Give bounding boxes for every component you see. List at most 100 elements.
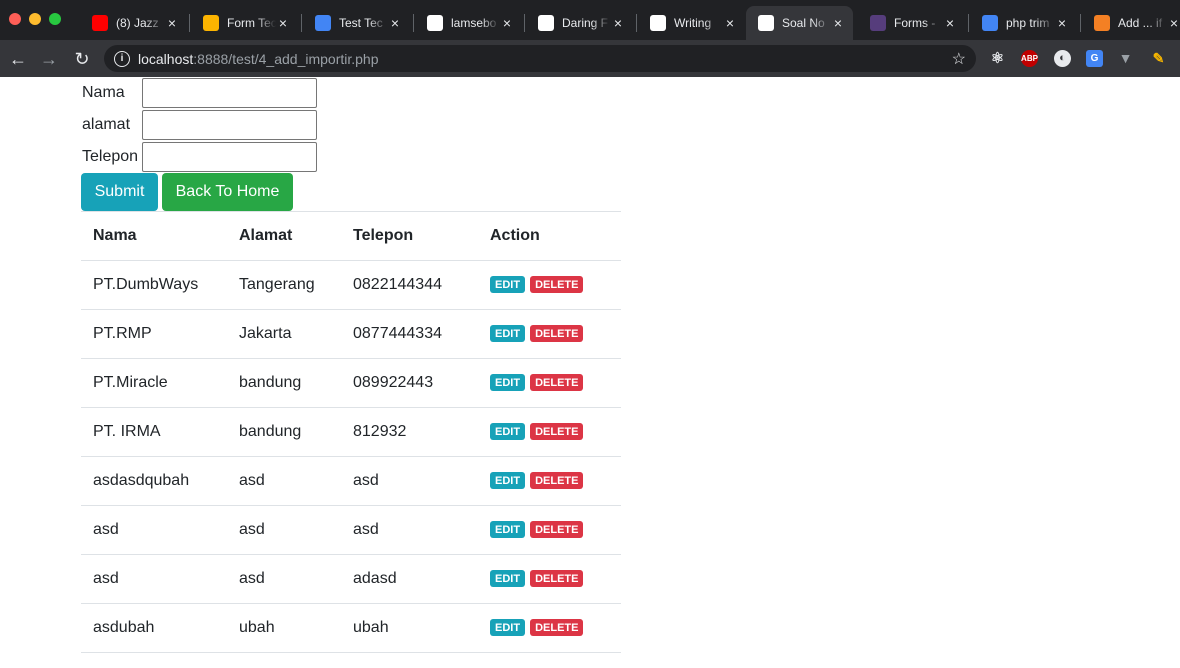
cell-telepon: 0877444334 bbox=[341, 309, 478, 359]
dark-reader-icon[interactable]: ◐ bbox=[1054, 50, 1071, 67]
close-tab-icon[interactable]: × bbox=[1167, 15, 1180, 31]
table-row: asdasdqubah asd asd EDIT DELETE bbox=[81, 456, 621, 506]
youtube-icon bbox=[92, 15, 108, 31]
table-row: asd asd adasd EDIT DELETE bbox=[81, 554, 621, 604]
google-translate-icon[interactable]: G bbox=[1086, 50, 1103, 67]
cell-nama: asdubah bbox=[81, 603, 227, 653]
close-tab-icon[interactable]: × bbox=[831, 15, 845, 31]
submit-button[interactable]: Submit bbox=[81, 173, 158, 211]
tab-separator bbox=[636, 14, 637, 32]
vue-devtools-icon[interactable]: ▼ bbox=[1117, 50, 1134, 67]
edit-button[interactable]: EDIT bbox=[490, 521, 526, 539]
edit-button[interactable]: EDIT bbox=[490, 619, 526, 637]
airtable-icon bbox=[203, 15, 219, 31]
tab-title: (8) Jazz bbox=[116, 16, 159, 30]
nama-row: Nama bbox=[82, 78, 317, 108]
browser-tab[interactable]: Soal No × bbox=[746, 6, 853, 40]
browser-tab[interactable]: Form Tec × bbox=[191, 6, 298, 40]
table-row: PT.RMP Jakarta 0877444334 EDIT DELETE bbox=[81, 309, 621, 359]
browser-tab[interactable]: Test Tec × bbox=[303, 6, 410, 40]
browser-tab[interactable]: php trim × bbox=[970, 6, 1077, 40]
table-row: asdubah ubah ubah EDIT DELETE bbox=[81, 603, 621, 653]
cell-action: EDIT DELETE bbox=[478, 505, 621, 555]
cell-alamat: Jakarta bbox=[227, 309, 341, 359]
close-tab-icon[interactable]: × bbox=[943, 15, 957, 31]
browser-tab[interactable]: lamsebo × bbox=[415, 6, 522, 40]
browser-tab[interactable]: Forms - × bbox=[858, 6, 965, 40]
tab-bar: (8) Jazz × Form Tec × Test Tec × lamsebo × Darin… bbox=[0, 0, 1180, 40]
back-to-home-button[interactable]: Back To Home bbox=[162, 173, 293, 211]
alamat-label: alamat bbox=[82, 116, 131, 133]
close-tab-icon[interactable]: × bbox=[1055, 15, 1069, 31]
edit-button[interactable]: EDIT bbox=[490, 325, 526, 343]
close-tab-icon[interactable]: × bbox=[500, 15, 514, 31]
cell-alamat: asd bbox=[227, 505, 341, 555]
tab-separator bbox=[1080, 14, 1081, 32]
alamat-input[interactable] bbox=[142, 110, 317, 140]
delete-button[interactable]: DELETE bbox=[530, 619, 584, 637]
adblock-icon[interactable]: ABP bbox=[1021, 50, 1038, 67]
color-picker-icon[interactable]: ✎ bbox=[1150, 50, 1167, 67]
tab-title: php trim bbox=[1006, 16, 1050, 30]
cell-telepon: adasd bbox=[341, 554, 478, 604]
table-header-row: Nama Alamat Telepon Action bbox=[81, 211, 621, 261]
bookmark-star-icon[interactable]: ☆ bbox=[952, 49, 966, 69]
site-info-icon[interactable]: i bbox=[114, 50, 130, 67]
edit-button[interactable]: EDIT bbox=[490, 374, 526, 392]
edit-button[interactable]: EDIT bbox=[490, 276, 526, 294]
tab-title: Daring F bbox=[562, 16, 609, 30]
delete-button[interactable]: DELETE bbox=[530, 423, 584, 441]
tab-title: Add ... if bbox=[1118, 16, 1163, 30]
column-header-alamat: Alamat bbox=[227, 211, 341, 261]
back-arrow-icon[interactable]: ← bbox=[7, 48, 29, 70]
close-window-button[interactable] bbox=[9, 13, 21, 25]
tab-separator bbox=[189, 14, 190, 32]
telepon-input[interactable] bbox=[142, 142, 317, 172]
delete-button[interactable]: DELETE bbox=[530, 472, 584, 490]
cell-nama: asd bbox=[81, 554, 227, 604]
cell-alamat: Tangerang bbox=[227, 260, 341, 310]
browser-tab[interactable]: (8) Jazz × bbox=[80, 6, 187, 40]
cell-telepon: ubah bbox=[341, 603, 478, 653]
cell-nama: asd bbox=[81, 505, 227, 555]
github-icon bbox=[650, 15, 666, 31]
tab-separator bbox=[301, 14, 302, 32]
alamat-row: alamat bbox=[82, 110, 317, 140]
cell-telepon: 0822144344 bbox=[341, 260, 478, 310]
edit-button[interactable]: EDIT bbox=[490, 570, 526, 588]
edit-button[interactable]: EDIT bbox=[490, 423, 526, 441]
delete-button[interactable]: DELETE bbox=[530, 325, 584, 343]
edit-button[interactable]: EDIT bbox=[490, 472, 526, 490]
reload-icon[interactable]: ↻ bbox=[71, 48, 93, 70]
address-bar[interactable]: i localhost:8888/test/4_add_importir.php… bbox=[104, 45, 976, 72]
delete-button[interactable]: DELETE bbox=[530, 521, 584, 539]
close-tab-icon[interactable]: × bbox=[165, 15, 179, 31]
nama-input[interactable] bbox=[142, 78, 317, 108]
bootstrap-icon bbox=[870, 15, 886, 31]
cell-nama: PT.DumbWays bbox=[81, 260, 227, 310]
react-devtools-icon[interactable]: ⚛ bbox=[989, 50, 1006, 67]
browser-tab[interactable]: Add ... if × bbox=[1082, 6, 1180, 40]
delete-button[interactable]: DELETE bbox=[530, 374, 584, 392]
tab-title: lamsebo bbox=[451, 16, 497, 30]
close-tab-icon[interactable]: × bbox=[276, 15, 290, 31]
column-header-telepon: Telepon bbox=[341, 211, 478, 261]
column-header-action: Action bbox=[478, 211, 621, 261]
close-tab-icon[interactable]: × bbox=[388, 15, 402, 31]
delete-button[interactable]: DELETE bbox=[530, 570, 584, 588]
maximize-window-button[interactable] bbox=[49, 13, 61, 25]
browser-tab[interactable]: Writing × bbox=[638, 6, 745, 40]
cell-alamat: ubah bbox=[227, 603, 341, 653]
close-tab-icon[interactable]: × bbox=[723, 15, 737, 31]
telepon-label: Telepon bbox=[82, 148, 139, 165]
minimize-window-button[interactable] bbox=[29, 13, 41, 25]
browser-tab[interactable]: Daring F × bbox=[526, 6, 633, 40]
stackoverflow-icon bbox=[1094, 15, 1110, 31]
close-tab-icon[interactable]: × bbox=[611, 15, 625, 31]
cell-alamat: bandung bbox=[227, 407, 341, 457]
forward-arrow-icon[interactable]: → bbox=[38, 48, 60, 70]
cell-alamat: asd bbox=[227, 554, 341, 604]
cell-telepon: asd bbox=[341, 456, 478, 506]
cell-telepon: 812932 bbox=[341, 407, 478, 457]
delete-button[interactable]: DELETE bbox=[530, 276, 584, 294]
